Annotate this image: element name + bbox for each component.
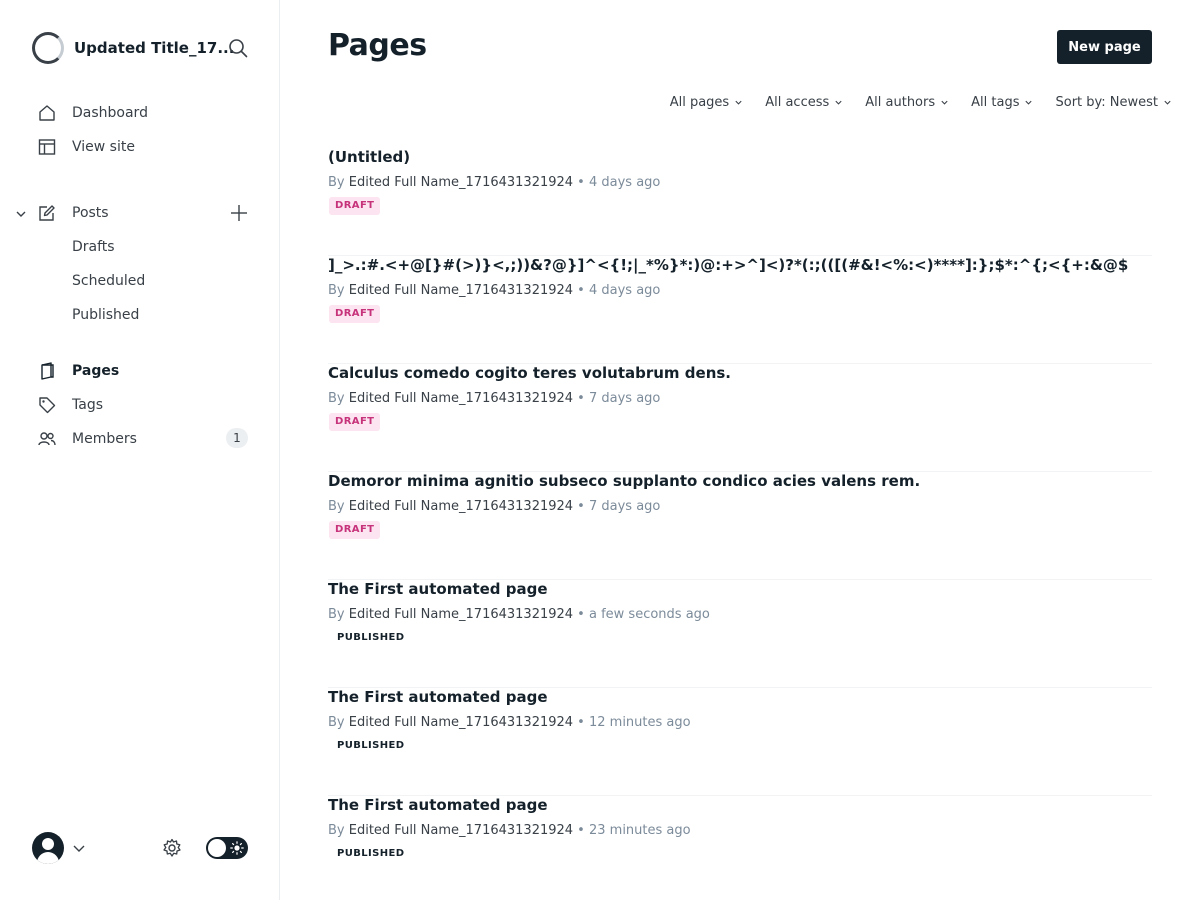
page-title-link[interactable]: ]_>.:#.<+@[}#(>)}<,;))&?@}]^<{!;|_*%}*:)… [328,256,1128,274]
page-title-link[interactable]: (Untitled) [328,148,410,166]
page-meta: By Edited Full Name_1716431321924 • 7 da… [328,499,661,514]
site-brand[interactable]: Updated Title_17... [32,32,234,64]
sidebar-footer [32,832,248,864]
posts-icon [39,205,55,221]
page-age: 4 days ago [588,283,661,298]
chevron-down-icon[interactable] [72,841,86,855]
page-age: 7 days ago [588,391,661,406]
status-badge: DRAFT [329,521,381,539]
filter-label: All pages [669,95,730,110]
page-title-link[interactable]: Calculus comedo cogito teres volutabrum … [328,364,731,382]
plus-icon[interactable] [230,204,248,222]
status-badge: PUBLISHED [337,632,405,643]
page-meta: By Edited Full Name_1716431321924 • 12 m… [328,715,691,730]
chevron-down-icon [941,100,948,105]
status-badge: DRAFT [329,305,381,323]
page-title-link[interactable]: Demoror minima agnitio subseco supplanto… [328,472,920,490]
sidebar-item-label: Members [72,431,137,447]
sidebar-item-label: Dashboard [72,105,148,121]
page-author: Edited Full Name_1716431321924 [348,283,574,298]
site-logo [32,32,64,64]
page-title-link[interactable]: The First automated page [328,580,548,598]
list-item[interactable]: The First automated page By Edited Full … [328,580,1152,688]
filter-label: Sort by: Newest [1055,95,1158,110]
chevron-down-icon[interactable] [14,207,28,221]
page-meta: By Edited Full Name_1716431321924 • a fe… [328,607,710,622]
chevron-down-icon [1025,100,1033,105]
page-meta: By Edited Full Name_1716431321924 • 23 m… [328,823,691,838]
site-title: Updated Title_17... [74,39,235,57]
chevron-down-icon [1164,100,1171,105]
page-meta: By Edited Full Name_1716431321924 • 4 da… [328,283,661,298]
sidebar-item-members[interactable]: Members [38,427,137,451]
gear-icon[interactable] [162,838,182,858]
status-badge: PUBLISHED [337,740,405,751]
filter-label: All authors [865,95,936,110]
filter-sort[interactable]: Sort by: Newest [1055,95,1172,110]
sidebar-item-drafts[interactable]: Drafts [72,239,115,255]
page-author: Edited Full Name_1716431321924 [348,715,574,730]
page-author: Edited Full Name_1716431321924 [348,607,574,622]
page-age: 23 minutes ago [588,823,691,838]
filter-access[interactable]: All access [765,95,843,110]
pages-icon [41,362,54,380]
status-badge: DRAFT [329,413,381,431]
chevron-down-icon [835,100,842,105]
page-title-link[interactable]: The First automated page [328,688,548,706]
sidebar-item-tags[interactable]: Tags [38,393,103,417]
filter-authors[interactable]: All authors [865,95,949,110]
list-item[interactable]: (Untitled) By Edited Full Name_171643132… [328,148,1152,256]
page-author: Edited Full Name_1716431321924 [348,499,574,514]
theme-toggle[interactable] [206,837,248,859]
page-age: 4 days ago [588,175,661,190]
main-content: Pages New page All pages All access All … [280,0,1200,900]
list-item[interactable]: Demoror minima agnitio subseco supplanto… [328,472,1152,580]
page-age: 12 minutes ago [588,715,691,730]
list-item[interactable]: The First automated page By Edited Full … [328,688,1152,796]
filter-bar: All pages All access All authors All tag… [648,95,1172,110]
sidebar-item-dashboard[interactable]: Dashboard [38,101,148,125]
chevron-down-icon [735,100,742,105]
status-badge: PUBLISHED [337,848,405,859]
view-site-icon [38,139,56,155]
filter-label: All access [765,95,830,110]
sidebar: Updated Title_17... Dashboard View site … [0,0,280,900]
page-age: 7 days ago [588,499,661,514]
page-age: a few seconds ago [588,607,710,622]
members-count-badge: 1 [226,428,248,448]
sidebar-item-published[interactable]: Published [72,307,139,323]
page-meta: By Edited Full Name_1716431321924 • 4 da… [328,175,661,190]
list-item[interactable]: The First automated page By Edited Full … [328,796,1152,900]
filter-tags[interactable]: All tags [971,95,1033,110]
tags-icon [39,397,56,414]
page-author: Edited Full Name_1716431321924 [348,823,574,838]
sidebar-item-label: View site [72,139,135,155]
sidebar-item-label: Pages [72,363,120,379]
home-icon [39,105,55,121]
list-item[interactable]: ]_>.:#.<+@[}#(>)}<,;))&?@}]^<{!;|_*%}*:)… [328,256,1152,364]
sun-icon [230,841,244,855]
page-meta: By Edited Full Name_1716431321924 • 7 da… [328,391,661,406]
sidebar-item-scheduled[interactable]: Scheduled [72,273,145,289]
page-author: Edited Full Name_1716431321924 [348,175,574,190]
search-icon[interactable] [228,38,248,58]
avatar[interactable] [32,832,64,864]
filter-type[interactable]: All pages [670,95,744,110]
page-author: Edited Full Name_1716431321924 [348,391,574,406]
members-icon [38,432,56,446]
sidebar-item-posts[interactable]: Posts [38,201,109,225]
page-title: Pages [328,28,427,63]
list-item[interactable]: Calculus comedo cogito teres volutabrum … [328,364,1152,472]
filter-label: All tags [971,95,1020,110]
page-title-link[interactable]: The First automated page [328,796,548,814]
sidebar-item-view-site[interactable]: View site [38,135,135,159]
toggle-knob [208,839,226,857]
new-page-button[interactable]: New page [1057,30,1152,64]
sidebar-item-label: Tags [72,397,103,413]
status-badge: DRAFT [329,197,381,215]
sidebar-item-label: Posts [72,205,109,221]
sidebar-item-pages[interactable]: Pages [38,359,119,383]
